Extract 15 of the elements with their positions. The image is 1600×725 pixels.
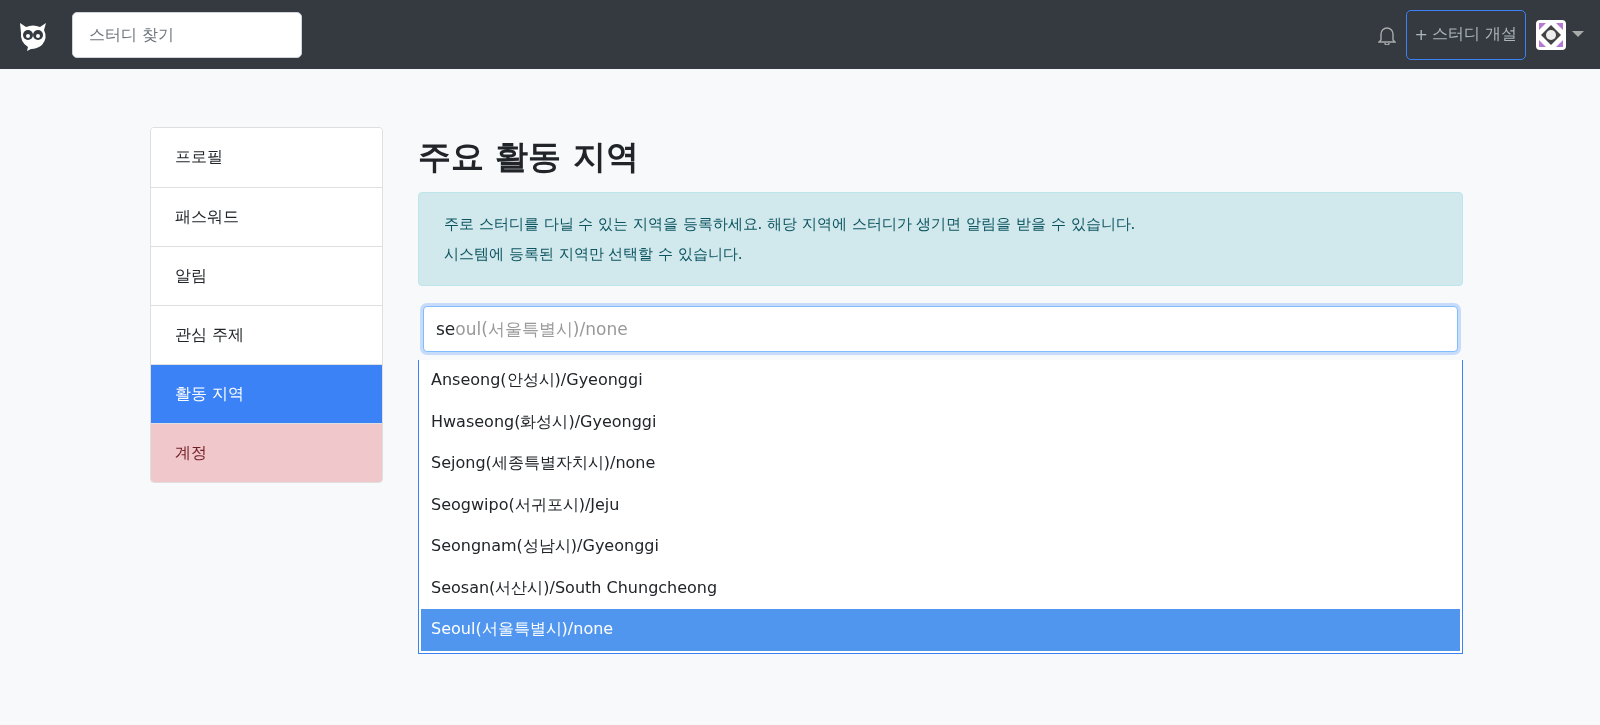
zone-input-field[interactable]: seoul(서울특별시)/none	[423, 306, 1458, 352]
menu-item[interactable]: 패스워드	[151, 187, 382, 246]
menu-item[interactable]: 관심 주제	[151, 305, 382, 364]
page-title: 주요 활동 지역	[418, 136, 640, 178]
create-study-button[interactable]: + 스터디 개설	[1405, 9, 1526, 60]
alert-text: 시스템에 등록된 지역만 선택할 수 있습니다.	[444, 244, 744, 265]
bell-icon[interactable]	[1377, 24, 1396, 45]
menu-item[interactable]: 활동 지역	[151, 364, 382, 423]
menu-item[interactable]: 프로필	[151, 128, 382, 187]
caret-icon[interactable]	[1572, 30, 1584, 39]
avatar-icon[interactable]	[1536, 19, 1566, 50]
search-field[interactable]: 스터디 찾기	[72, 11, 302, 58]
menu-item[interactable]: 알림	[151, 246, 382, 305]
menu-item[interactable]: 계정	[151, 423, 382, 482]
alert-text: 주로 스터디를 다닐 수 있는 지역을 등록하세요. 해당 지역에 스터디가 생기면 알림을 받을 수 있습니다.	[444, 214, 1137, 235]
